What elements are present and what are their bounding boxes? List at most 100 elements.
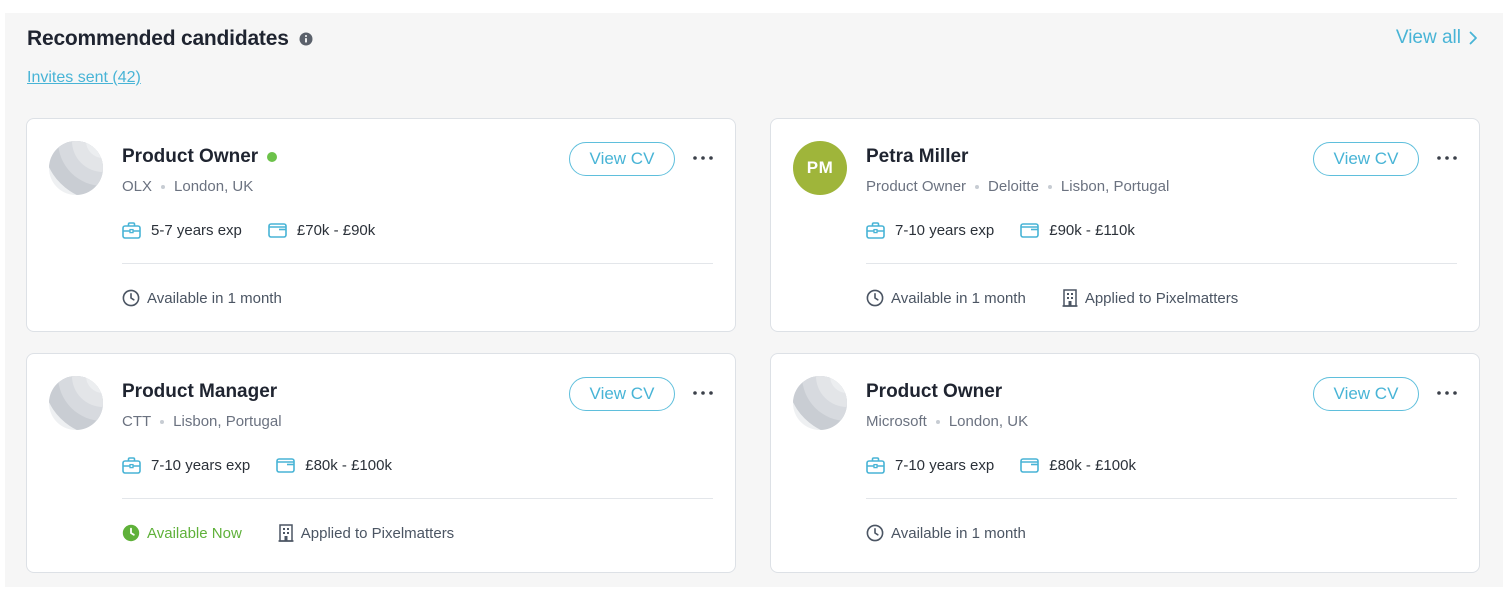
view-cv-button[interactable]: View CV	[1313, 377, 1419, 411]
briefcase-icon	[866, 222, 885, 239]
availability-status: Available in 1 month	[122, 289, 282, 307]
invites-sent-link[interactable]: Invites sent (42)	[27, 69, 141, 87]
more-options-button[interactable]	[691, 384, 715, 402]
meta-item: Deloitte	[988, 178, 1039, 195]
view-all-label: View all	[1395, 27, 1461, 48]
candidate-facts: 5-7 years exp £70k - £90k	[122, 222, 401, 239]
salary-text: £90k - £110k	[1049, 222, 1135, 239]
candidate-meta: Microsoft London, UK	[866, 413, 1028, 430]
meta-item: London, UK	[174, 178, 254, 195]
experience: 7-10 years exp	[866, 222, 994, 239]
candidate-card[interactable]: PM Petra Miller Product Owner Deloitte Lis…	[770, 118, 1480, 332]
meta-separator	[935, 419, 940, 424]
avatar-placeholder-icon	[793, 376, 847, 430]
avatar-placeholder-icon	[49, 376, 103, 430]
meta-separator	[160, 419, 165, 424]
availability-text: Available in 1 month	[891, 524, 1026, 542]
salary-text: £80k - £100k	[305, 457, 392, 474]
salary: £80k - £100k	[276, 457, 392, 474]
experience-text: 7-10 years exp	[151, 457, 251, 474]
meta-item: CTT	[122, 413, 152, 430]
candidate-meta: CTT Lisbon, Portugal	[122, 413, 282, 430]
meta-item: London, UK	[948, 413, 1029, 430]
meta-separator	[161, 184, 166, 189]
candidate-title[interactable]: Product Owner	[866, 381, 1002, 403]
chevron-right-icon	[1469, 31, 1478, 45]
experience-text: 7-10 years exp	[895, 222, 995, 239]
candidate-meta: OLX London, UK	[122, 178, 253, 195]
divider	[122, 498, 713, 499]
meta-item: Microsoft	[866, 413, 927, 430]
wallet-icon	[276, 458, 296, 473]
experience-text: 5-7 years exp	[151, 222, 242, 239]
online-status-dot	[267, 152, 278, 162]
building-icon	[1062, 289, 1078, 307]
candidate-status: Available Now Applied to Pixelmatters	[122, 524, 490, 542]
divider	[122, 263, 713, 264]
meta-separator	[1047, 184, 1052, 189]
more-options-button[interactable]	[1435, 384, 1459, 402]
salary-text: £80k - £100k	[1049, 457, 1136, 474]
view-cv-button[interactable]: View CV	[1313, 142, 1419, 176]
candidate-card[interactable]: Product Owner Microsoft London, UK 7-10 y…	[770, 353, 1480, 573]
briefcase-icon	[122, 457, 141, 474]
salary-text: £70k - £90k	[296, 222, 376, 239]
candidate-facts: 7-10 years exp £80k - £100k	[122, 457, 418, 474]
meta-separator	[975, 184, 980, 189]
availability-text: Available in 1 month	[147, 289, 282, 307]
avatar-placeholder-icon	[49, 141, 103, 195]
experience: 7-10 years exp	[866, 457, 994, 474]
applied-status: Applied to Pixelmatters	[1062, 289, 1238, 307]
more-horizontal-icon	[1437, 156, 1457, 160]
view-all-link[interactable]: View all	[1396, 27, 1478, 49]
info-icon[interactable]	[299, 32, 313, 46]
experience: 7-10 years exp	[122, 457, 250, 474]
section-title: Recommended candidates	[27, 27, 313, 51]
wallet-icon	[268, 223, 287, 238]
avatar	[49, 376, 103, 430]
candidate-status: Available in 1 month	[866, 524, 1062, 542]
candidate-status: Available in 1 month	[122, 289, 318, 307]
view-cv-button[interactable]: View CV	[569, 142, 675, 176]
availability-text: Available Now	[147, 524, 242, 542]
candidate-meta: Product Owner Deloitte Lisbon, Portugal	[866, 178, 1169, 195]
meta-item: Lisbon, Portugal	[1060, 178, 1170, 195]
more-horizontal-icon	[693, 156, 713, 160]
avatar: PM	[793, 141, 847, 195]
candidate-status: Available in 1 month Applied to Pixelmatt…	[866, 289, 1274, 307]
candidate-title-row: Petra Miller	[866, 146, 968, 168]
availability-text: Available in 1 month	[891, 289, 1026, 307]
salary: £80k - £100k	[1020, 457, 1136, 474]
candidate-facts: 7-10 years exp £80k - £100k	[866, 457, 1162, 474]
availability-status: Available Now	[122, 524, 242, 542]
view-cv-button[interactable]: View CV	[569, 377, 675, 411]
applied-text: Applied to Pixelmatters	[300, 524, 455, 542]
divider	[866, 498, 1457, 499]
more-options-button[interactable]	[691, 149, 715, 167]
candidate-title[interactable]: Product Owner	[122, 146, 258, 168]
wallet-icon	[1020, 223, 1040, 238]
clock-icon	[866, 524, 884, 542]
candidate-card[interactable]: Product Manager CTT Lisbon, Portugal 7-10…	[26, 353, 736, 573]
applied-status: Applied to Pixelmatters	[278, 524, 454, 542]
more-options-button[interactable]	[1435, 149, 1459, 167]
meta-item: Lisbon, Portugal	[173, 413, 282, 430]
briefcase-icon	[122, 222, 141, 239]
candidate-title[interactable]: Petra Miller	[866, 146, 968, 168]
candidate-card[interactable]: Product Owner OLX London, UK 5-7 years ex…	[26, 118, 736, 332]
candidate-title[interactable]: Product Manager	[122, 381, 277, 403]
candidate-title-row: Product Owner	[122, 146, 278, 168]
experience-text: 7-10 years exp	[895, 457, 995, 474]
more-horizontal-icon	[1437, 391, 1457, 395]
candidate-facts: 7-10 years exp £90k - £110k	[866, 222, 1161, 239]
briefcase-icon	[866, 457, 885, 474]
availability-status: Available in 1 month	[866, 289, 1026, 307]
clock-filled-icon	[122, 524, 140, 542]
meta-item: OLX	[122, 178, 153, 195]
salary: £90k - £110k	[1020, 222, 1135, 239]
experience: 5-7 years exp	[122, 222, 242, 239]
avatar-initials: PM	[806, 158, 834, 177]
building-icon	[278, 524, 294, 542]
divider	[866, 263, 1457, 264]
clock-icon	[122, 289, 140, 307]
